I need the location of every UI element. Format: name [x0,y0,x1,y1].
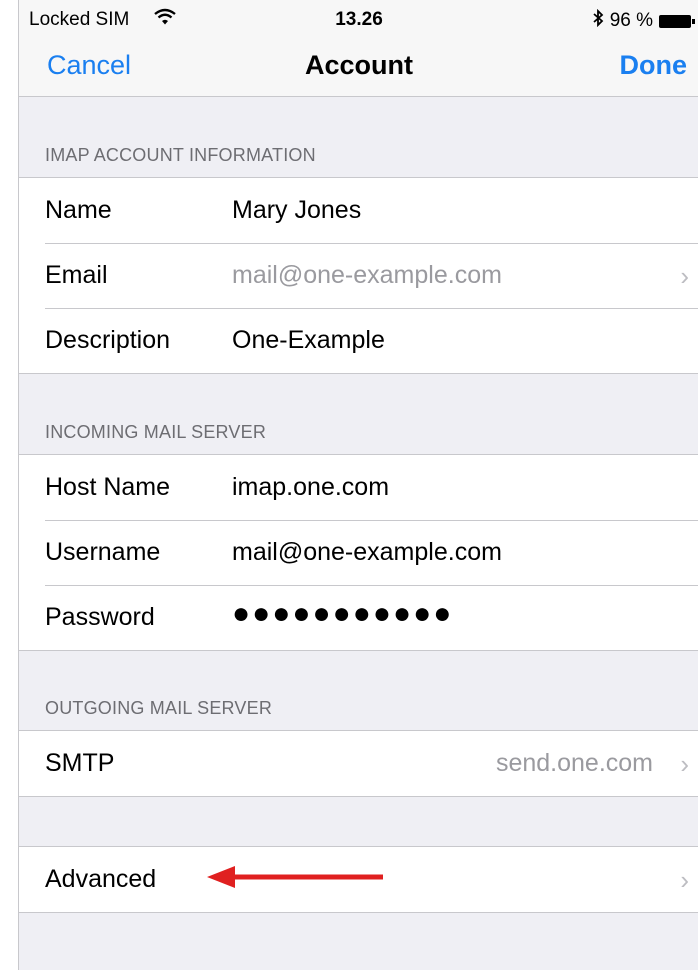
email-row[interactable]: Email mail@one-example.com › [19,243,698,308]
incoming-section-header: INCOMING MAIL SERVER [45,422,267,442]
bluetooth-icon [592,8,604,33]
incoming-server-group: Host Name imap.one.com Username mail@one… [19,454,698,651]
email-field[interactable]: mail@one-example.com [232,261,502,290]
username-field[interactable]: mail@one-example.com [232,538,502,567]
battery-icon [659,14,695,28]
chevron-right-icon: › [680,865,689,895]
phone-screen: Locked SIM 13.26 96 % Cancel Account Don… [18,0,698,970]
red-arrow-annotation [207,866,383,888]
description-row[interactable]: Description One-Example [19,308,698,373]
password-label: Password [45,603,155,631]
name-field[interactable]: Mary Jones [232,196,361,225]
host-name-label: Host Name [45,473,171,501]
smtp-label: SMTP [45,749,115,777]
email-label: Email [45,261,108,289]
outgoing-server-group: SMTP send.one.com › [19,730,698,797]
password-row[interactable]: Password ●●●●●●●●●●● [19,585,698,650]
host-name-row[interactable]: Host Name imap.one.com [19,455,698,520]
description-field[interactable]: One-Example [232,326,385,355]
name-label: Name [45,196,112,224]
navigation-bar: Cancel Account Done [19,36,698,97]
chevron-right-icon: › [680,749,689,779]
page-title: Account [305,50,413,80]
username-label: Username [45,538,161,566]
advanced-label: Advanced [45,865,157,893]
host-name-field[interactable]: imap.one.com [232,473,389,502]
done-button[interactable]: Done [620,50,688,81]
imap-account-group: Name Mary Jones Email mail@one-example.c… [19,177,698,374]
status-right: 96 % [592,8,695,33]
smtp-row[interactable]: SMTP send.one.com › [19,731,698,796]
status-bar: Locked SIM 13.26 96 % [19,0,698,36]
chevron-right-icon: › [680,261,689,291]
description-label: Description [45,326,171,354]
outgoing-section-header: OUTGOING MAIL SERVER [45,698,273,718]
name-row[interactable]: Name Mary Jones [19,178,698,243]
username-row[interactable]: Username mail@one-example.com [19,520,698,585]
imap-section-header: IMAP ACCOUNT INFORMATION [45,145,316,165]
battery-percent: 96 % [609,10,653,31]
password-field[interactable]: ●●●●●●●●●●● [232,597,453,631]
smtp-value: send.one.com [495,749,653,777]
